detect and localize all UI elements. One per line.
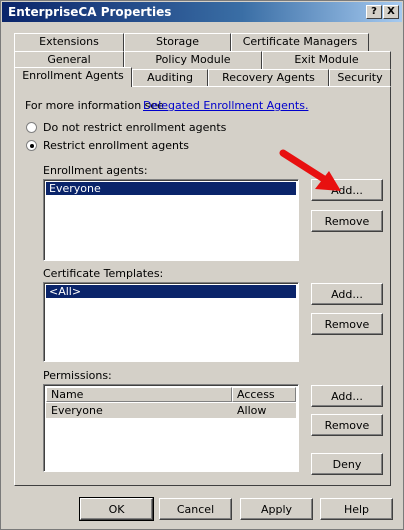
tab-storage[interactable]: Storage bbox=[124, 33, 231, 51]
permissions-remove-button[interactable]: Remove bbox=[311, 414, 383, 436]
list-item[interactable]: <All> bbox=[46, 285, 296, 298]
tab-auditing[interactable]: Auditing bbox=[132, 69, 208, 87]
permissions-list[interactable]: Name Access Everyone Allow bbox=[43, 384, 299, 472]
tab-policy-module[interactable]: Policy Module bbox=[124, 51, 262, 69]
enrollment-agents-panel: For more information see Delegated Enrol… bbox=[14, 86, 391, 486]
list-item[interactable]: Everyone bbox=[46, 182, 296, 195]
radio-restrict[interactable] bbox=[26, 140, 37, 151]
permission-access-cell: Allow bbox=[237, 404, 267, 417]
window-title: EnterpriseCA Properties bbox=[8, 5, 172, 19]
permissions-label: Permissions: bbox=[43, 369, 112, 382]
radio-do-not-restrict-label[interactable]: Do not restrict enrollment agents bbox=[43, 121, 226, 134]
ok-button[interactable]: OK bbox=[79, 497, 154, 521]
tab-extensions[interactable]: Extensions bbox=[14, 33, 124, 51]
column-header-access[interactable]: Access bbox=[232, 387, 296, 402]
tab-certificate-managers[interactable]: Certificate Managers bbox=[231, 33, 369, 51]
red-arrow-icon bbox=[279, 149, 341, 191]
radio-do-not-restrict[interactable] bbox=[26, 122, 37, 133]
help-title-button[interactable]: ? bbox=[366, 5, 382, 19]
title-bar[interactable]: EnterpriseCA Properties ? X bbox=[2, 2, 402, 22]
certificate-templates-add-button[interactable]: Add... bbox=[311, 283, 383, 305]
permissions-add-button[interactable]: Add... bbox=[311, 385, 383, 407]
certificate-templates-label: Certificate Templates: bbox=[43, 267, 164, 280]
certificate-templates-remove-button[interactable]: Remove bbox=[311, 313, 383, 335]
permission-name-cell: Everyone bbox=[51, 404, 103, 417]
tab-security[interactable]: Security bbox=[329, 69, 391, 87]
table-row[interactable]: Everyone Allow bbox=[46, 403, 296, 418]
cancel-button[interactable]: Cancel bbox=[159, 498, 232, 520]
tab-recovery-agents[interactable]: Recovery Agents bbox=[208, 69, 329, 87]
column-header-name[interactable]: Name bbox=[46, 387, 232, 402]
radio-restrict-label[interactable]: Restrict enrollment agents bbox=[43, 139, 189, 152]
delegated-enrollment-agents-link[interactable]: Delegated Enrollment Agents. bbox=[143, 99, 308, 112]
properties-dialog: EnterpriseCA Properties ? X Extensions S… bbox=[0, 0, 404, 530]
close-button[interactable]: X bbox=[383, 5, 399, 19]
tab-enrollment-agents[interactable]: Enrollment Agents bbox=[14, 67, 132, 87]
enrollment-agents-remove-button[interactable]: Remove bbox=[311, 210, 383, 232]
permissions-deny-button[interactable]: Deny bbox=[311, 453, 383, 475]
certificate-templates-list[interactable]: <All> bbox=[43, 282, 299, 362]
apply-button[interactable]: Apply bbox=[240, 498, 313, 520]
tab-exit-module[interactable]: Exit Module bbox=[262, 51, 391, 69]
help-button[interactable]: Help bbox=[320, 498, 393, 520]
enrollment-agents-list[interactable]: Everyone bbox=[43, 179, 299, 261]
enrollment-agents-label: Enrollment agents: bbox=[43, 164, 148, 177]
